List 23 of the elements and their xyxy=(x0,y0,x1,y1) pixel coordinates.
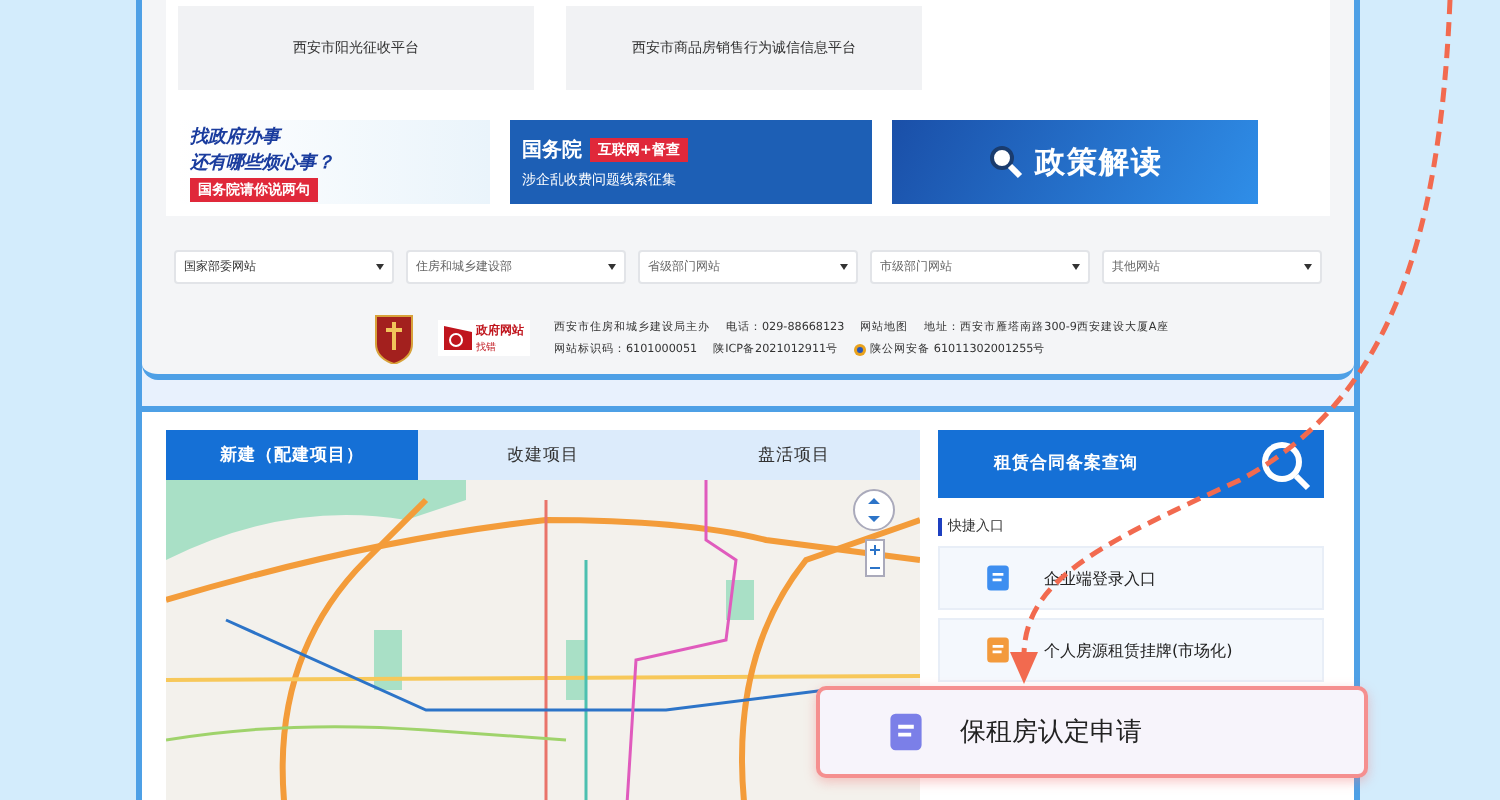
quick-link-label: 个人房源租赁挂牌(市场化) xyxy=(1044,639,1233,661)
street-map[interactable] xyxy=(166,480,920,800)
contract-query-button[interactable]: 租赁合同备案查询 xyxy=(938,430,1324,498)
quick-link[interactable]: 个人房源租赁挂牌(市场化) xyxy=(938,618,1324,682)
banner-subtitle: 还有哪些烦心事？ xyxy=(190,150,336,175)
search-icon xyxy=(987,144,1023,180)
map-tab[interactable]: 盘活项目 xyxy=(668,430,921,480)
policy-banner[interactable]: 政策解读 xyxy=(892,120,1258,204)
dropdown-caret-icon xyxy=(1072,264,1080,270)
police-emblem-icon xyxy=(854,343,867,355)
banner-title: 国务院 xyxy=(522,137,582,163)
dropdown-caret-icon xyxy=(376,264,384,270)
banner-title: 找政府办事 xyxy=(190,124,284,149)
dropdown-caret-icon xyxy=(608,264,616,270)
quick-link-label: 保租房认定申请 xyxy=(960,716,1142,750)
map-tab[interactable]: 改建项目 xyxy=(417,430,669,480)
dropdown-caret-icon xyxy=(840,264,848,270)
map-tab[interactable]: 新建（配建项目） xyxy=(166,430,418,480)
shield-emblem-icon xyxy=(374,312,414,364)
search-icon xyxy=(1256,436,1312,492)
quick-link-zoom-tooltip[interactable]: 保租房认定申请 xyxy=(816,686,1368,778)
dropdown-caret-icon xyxy=(1304,264,1312,270)
banner-title: 政策解读 xyxy=(1035,143,1163,181)
